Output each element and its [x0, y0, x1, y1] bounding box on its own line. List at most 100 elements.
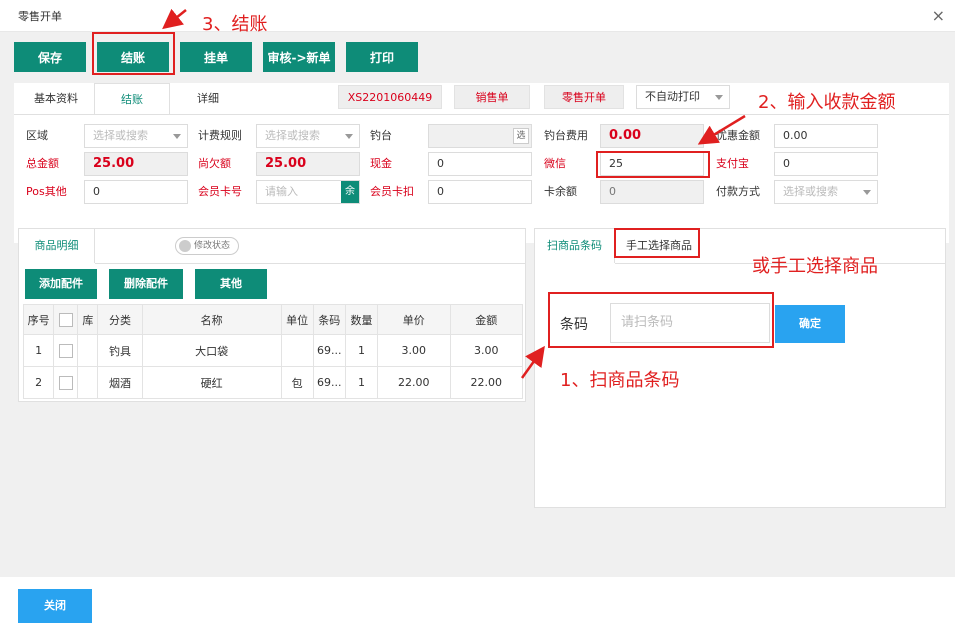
region-select[interactable]: 选择或搜索: [84, 124, 188, 148]
chevron-down-icon: [863, 190, 871, 195]
row-checkbox[interactable]: [58, 375, 73, 390]
print-mode-value: 不自动打印: [645, 90, 700, 103]
owed-label: 尚欠额: [198, 157, 231, 170]
cell-amount: 3.00: [449, 334, 523, 367]
payment-method-label: 付款方式: [716, 185, 760, 198]
table-row[interactable]: 1 钓具 大口袋 69... 1 3.00 3.00: [22, 334, 523, 367]
total-label: 总金额: [26, 157, 59, 170]
save-button[interactable]: 保存: [14, 42, 86, 72]
product-detail-panel: 商品明细 修改状态 添加配件 删除配件 其他 序号 库 分类 名称 单位 条码 …: [18, 228, 526, 402]
member-card-label: 会员卡号: [198, 185, 242, 198]
retail-order-button[interactable]: 零售开单: [544, 85, 624, 109]
window-titlebar: 零售开单 ×: [0, 0, 955, 32]
wechat-input[interactable]: 25: [600, 152, 704, 176]
col-header-price: 单价: [377, 304, 451, 335]
cell-select: [53, 334, 79, 367]
tab-checkout[interactable]: 结账: [94, 83, 170, 115]
panel-tab-divider: [95, 263, 525, 264]
fishing-spot-label: 钓台: [370, 129, 392, 142]
billing-rule-placeholder: 选择或搜索: [265, 129, 320, 142]
annotation-step3: 3、结账: [202, 14, 268, 35]
member-card-input[interactable]: 请输入 余: [256, 180, 360, 204]
cell-select: [53, 366, 79, 399]
payment-method-select[interactable]: 选择或搜索: [774, 180, 878, 204]
cell-stock: [77, 334, 99, 367]
fishing-spot-select-badge[interactable]: 选: [513, 128, 529, 144]
cell-unit: [280, 334, 314, 367]
col-header-stock: 库: [77, 304, 99, 335]
tab-product-detail[interactable]: 商品明细: [19, 229, 95, 263]
cash-input[interactable]: 0: [428, 152, 532, 176]
col-header-no: 序号: [22, 304, 55, 335]
add-part-button[interactable]: 添加配件: [25, 269, 97, 299]
billing-rule-label: 计费规则: [198, 129, 242, 142]
row-checkbox[interactable]: [58, 343, 73, 358]
cell-no: 2: [22, 366, 55, 399]
col-header-unit: 单位: [280, 304, 314, 335]
member-balance-button[interactable]: 余: [341, 181, 359, 203]
pos-other-input[interactable]: 0: [84, 180, 188, 204]
review-new-button[interactable]: 审核->新单: [263, 42, 335, 72]
card-balance-value: 0: [600, 180, 704, 204]
delete-part-button[interactable]: 删除配件: [109, 269, 183, 299]
region-label: 区域: [26, 129, 48, 142]
close-icon[interactable]: ×: [932, 6, 945, 25]
alipay-input[interactable]: 0: [774, 152, 878, 176]
payment-method-placeholder: 选择或搜索: [783, 185, 838, 198]
sales-order-button[interactable]: 销售单: [454, 85, 530, 109]
cell-price[interactable]: 3.00: [377, 334, 451, 367]
confirm-button[interactable]: 确定: [775, 305, 845, 343]
close-button[interactable]: 关闭: [18, 589, 92, 623]
hold-order-button[interactable]: 挂单: [180, 42, 252, 72]
table-header-row: 序号 库 分类 名称 单位 条码 数量 单价 金额: [22, 304, 523, 335]
edit-mode-toggle[interactable]: 修改状态: [175, 237, 239, 255]
member-card-placeholder: 请输入: [265, 185, 298, 198]
print-button[interactable]: 打印: [346, 42, 418, 72]
col-header-select: [53, 304, 79, 335]
order-number: XS2201060449: [338, 85, 442, 109]
member-deduct-input[interactable]: 0: [428, 180, 532, 204]
member-deduct-label: 会员卡扣: [370, 185, 414, 198]
col-header-qty: 数量: [344, 304, 379, 335]
chevron-down-icon: [715, 95, 723, 100]
print-mode-select[interactable]: 不自动打印: [636, 85, 730, 109]
cell-qty[interactable]: 1: [344, 366, 379, 399]
col-header-category: 分类: [97, 304, 143, 335]
total-value: 25.00: [84, 152, 188, 176]
cell-no: 1: [22, 334, 55, 367]
cell-name: 硬红: [141, 366, 282, 399]
other-button[interactable]: 其他: [195, 269, 267, 299]
window-title: 零售开单: [18, 10, 62, 23]
table-row[interactable]: 2 烟酒 硬红 包 69... 1 22.00 22.00: [22, 366, 523, 399]
tab-scan-barcode[interactable]: 扫商品条码: [535, 229, 615, 263]
cell-stock: [77, 366, 99, 399]
col-header-barcode: 条码: [312, 304, 346, 335]
wechat-label: 微信: [544, 157, 566, 170]
select-all-checkbox[interactable]: [58, 312, 73, 327]
cell-qty[interactable]: 1: [344, 334, 379, 367]
fishing-fee-label: 钓台费用: [544, 129, 588, 142]
billing-rule-select[interactable]: 选择或搜索: [256, 124, 360, 148]
tab-basic-info[interactable]: 基本资料: [18, 83, 94, 115]
owed-value: 25.00: [256, 152, 360, 176]
cell-barcode: 69...: [312, 334, 346, 367]
barcode-input[interactable]: 请扫条码: [610, 303, 770, 343]
cell-name: 大口袋: [141, 334, 282, 367]
tab-manual-select[interactable]: 手工选择商品: [615, 229, 703, 263]
checkout-button[interactable]: 结账: [97, 42, 169, 72]
annotation-step1: 1、扫商品条码: [560, 370, 680, 391]
tab-details[interactable]: 详细: [170, 83, 246, 115]
cell-barcode: 69...: [312, 366, 346, 399]
barcode-label: 条码: [560, 317, 588, 333]
discount-input[interactable]: 0.00: [774, 124, 878, 148]
edit-mode-label: 修改状态: [194, 241, 231, 251]
fishing-spot-input[interactable]: 选: [428, 124, 532, 148]
col-header-name: 名称: [141, 304, 282, 335]
cash-label: 现金: [370, 157, 392, 170]
pos-other-label: Pos其他: [26, 185, 67, 198]
cell-price[interactable]: 22.00: [377, 366, 451, 399]
tab-divider: [14, 114, 949, 115]
product-table: 序号 库 分类 名称 单位 条码 数量 单价 金额 1 钓具 大口袋 69...…: [22, 304, 523, 399]
cell-amount: 22.00: [449, 366, 523, 399]
cell-unit: 包: [280, 366, 314, 399]
